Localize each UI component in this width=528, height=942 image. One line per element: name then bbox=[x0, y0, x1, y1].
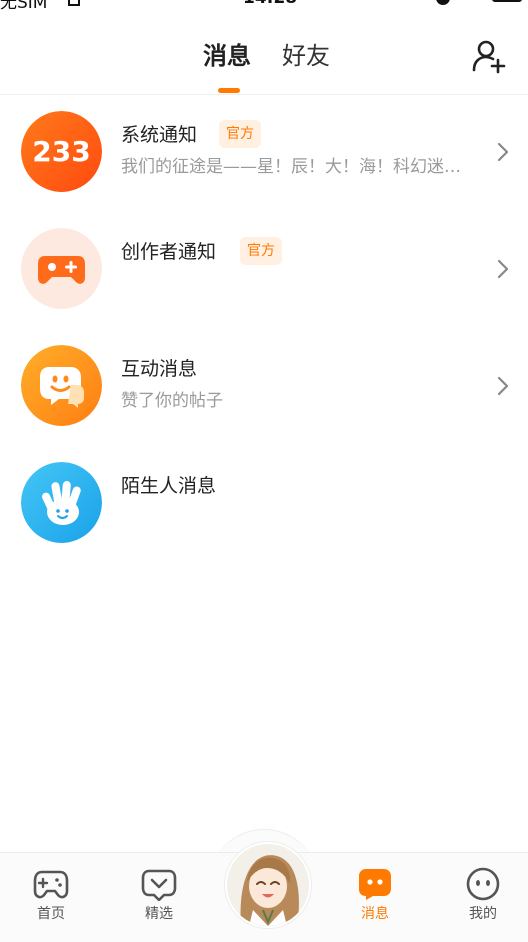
avatar-233-text: 233 bbox=[32, 135, 90, 168]
message-icon bbox=[359, 869, 391, 900]
interaction-avatar bbox=[21, 345, 102, 426]
message-title: 创作者通知 bbox=[121, 241, 217, 263]
chevron-right-icon bbox=[497, 142, 509, 162]
official-badge: 官方 bbox=[240, 237, 282, 265]
tab-friends[interactable]: 好友 bbox=[282, 40, 330, 72]
message-item-interaction[interactable]: 互动消息 赞了你的帖子 bbox=[0, 345, 528, 462]
message-item-system[interactable]: 233 系统通知 官方 我们的征途是——星！辰！大！海！科幻迷… bbox=[0, 111, 528, 228]
nav-featured[interactable]: 精选 bbox=[119, 867, 199, 937]
anime-girl-avatar bbox=[227, 844, 309, 926]
message-item-creator[interactable]: 创作者通知 官方 bbox=[0, 228, 528, 345]
nav-profile[interactable]: 我的 bbox=[443, 867, 523, 937]
system-avatar: 233 bbox=[21, 111, 102, 192]
message-title: 陌生人消息 bbox=[121, 475, 217, 497]
message-title: 互动消息 bbox=[121, 358, 198, 380]
center-avatar-button[interactable] bbox=[225, 842, 311, 928]
nav-messages-label: 消息 bbox=[361, 906, 389, 922]
creator-avatar bbox=[21, 228, 102, 309]
heart-chat-icon bbox=[141, 869, 177, 901]
header: 消息 好友 bbox=[0, 0, 528, 95]
message-preview: 我们的征途是——星！辰！大！海！科幻迷… bbox=[121, 157, 461, 177]
message-title: 系统通知 bbox=[121, 124, 198, 146]
chevron-right-icon bbox=[497, 376, 509, 396]
active-tab-indicator bbox=[218, 88, 240, 93]
smile-chat-icon bbox=[21, 345, 102, 426]
add-user-icon bbox=[472, 40, 506, 74]
message-item-stranger[interactable]: 陌生人消息 bbox=[0, 462, 528, 579]
smiley-face-icon bbox=[466, 867, 500, 901]
nav-home[interactable]: 首页 bbox=[11, 867, 91, 937]
message-preview: 赞了你的帖子 bbox=[121, 391, 223, 411]
chevron-right-icon bbox=[497, 259, 509, 279]
nav-featured-label: 精选 bbox=[145, 906, 173, 922]
nav-home-label: 首页 bbox=[37, 906, 65, 922]
add-friend-button[interactable] bbox=[470, 38, 508, 76]
official-badge: 官方 bbox=[219, 120, 261, 148]
gamepad-plus-icon bbox=[21, 228, 102, 309]
nav-messages[interactable]: 消息 bbox=[335, 867, 415, 937]
gamepad-icon bbox=[33, 870, 69, 899]
tab-messages[interactable]: 消息 bbox=[203, 40, 251, 72]
waving-hand-icon bbox=[21, 462, 102, 543]
stranger-avatar bbox=[21, 462, 102, 543]
nav-profile-label: 我的 bbox=[469, 906, 497, 922]
